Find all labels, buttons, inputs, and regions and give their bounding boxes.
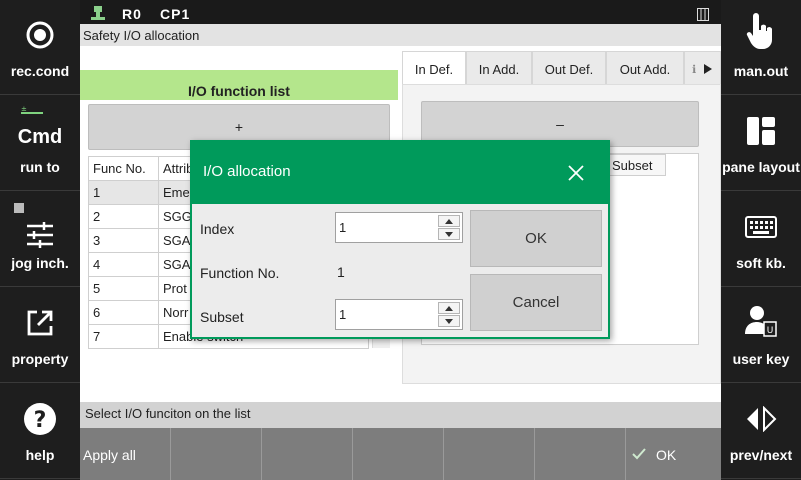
bottom-bar: Apply all OK <box>80 428 721 480</box>
softkey-2[interactable] <box>171 428 262 480</box>
row-no: 6 <box>88 300 159 325</box>
index-down-arrow[interactable] <box>438 228 460 240</box>
dialog-title: I/O allocation <box>203 163 291 180</box>
caret-up-icon <box>445 218 453 224</box>
apply-all-label: Apply all <box>83 447 136 463</box>
user-key-label: user key <box>732 351 790 367</box>
row-no: 5 <box>88 276 159 301</box>
dialog-header: I/O allocation <box>192 142 608 204</box>
row-no: 1 <box>88 180 159 205</box>
soft-kb-label: soft kb. <box>736 255 786 271</box>
function-no-value: 1 <box>337 264 345 280</box>
caret-up-icon <box>445 305 453 311</box>
external-link-icon <box>0 306 80 340</box>
tab-more[interactable]: ℹ <box>684 51 721 85</box>
man-out-label: man.out <box>733 63 789 79</box>
io-function-list-header: I/O function list <box>80 70 398 100</box>
close-icon[interactable] <box>564 161 588 185</box>
prev-next-label: prev/next <box>729 447 793 463</box>
subset-down-arrow[interactable] <box>438 315 460 327</box>
dialog-ok-button[interactable]: OK <box>470 210 602 267</box>
subset-up-arrow[interactable] <box>438 302 460 314</box>
row-no: 3 <box>88 228 159 253</box>
svg-text:U: U <box>767 326 774 336</box>
apply-all-button[interactable]: Apply all <box>80 428 171 480</box>
column-header: Func No. <box>88 156 159 181</box>
svg-text:ℹ: ℹ <box>692 63 696 76</box>
dialog-cancel-button[interactable]: Cancel <box>470 274 602 331</box>
pane-layout-button[interactable]: pane layout <box>721 96 801 191</box>
robot-label: R0 <box>122 6 142 22</box>
help-button[interactable]: ? help <box>0 384 80 479</box>
svg-text:±: ± <box>21 105 27 113</box>
tab-in-add[interactable]: In Add. <box>466 51 532 85</box>
svg-text:?: ? <box>34 408 47 433</box>
index-label: Index <box>200 221 235 237</box>
man-out-button[interactable]: man.out <box>721 0 801 95</box>
cp-label: CP1 <box>160 6 191 22</box>
user-key-button[interactable]: U user key <box>721 288 801 383</box>
soft-kb-button[interactable]: soft kb. <box>721 192 801 287</box>
row-no: 7 <box>88 324 159 349</box>
robot-status-icon <box>91 6 105 20</box>
tab-out-def[interactable]: Out Def. <box>532 51 606 85</box>
keyboard-icon <box>721 210 801 244</box>
window-title: Safety I/O allocation <box>80 24 721 46</box>
caret-down-icon <box>445 318 453 324</box>
help-label: help <box>25 447 55 463</box>
prev-next-icon <box>721 402 801 436</box>
left-sidebar: rec.cond ± Cmd run to jog inch. property <box>0 0 80 480</box>
ok-softkey-label: OK <box>656 447 677 463</box>
index-spinbox[interactable]: 1 <box>335 212 463 243</box>
right-sidebar: man.out pane layout soft kb. U user key … <box>721 0 801 480</box>
row-no: 4 <box>88 252 159 277</box>
row-no: 2 <box>88 204 159 229</box>
io-allocation-dialog: I/O allocation Index 1 Function No. 1 Su… <box>190 140 610 339</box>
rec-cond-button[interactable]: rec.cond <box>0 0 80 95</box>
property-label: property <box>11 351 69 367</box>
property-button[interactable]: property <box>0 288 80 383</box>
cmd-text: Cmd <box>17 126 63 148</box>
softkey-4[interactable] <box>353 428 444 480</box>
softkey-6[interactable] <box>535 428 626 480</box>
dialog-body: Index 1 Function No. 1 Subset 1 OK Cance… <box>192 204 608 337</box>
tab-in-def[interactable]: In Def. <box>402 51 466 85</box>
pane-layout-label: pane layout <box>722 159 800 175</box>
sliders-icon <box>0 218 80 252</box>
function-no-label: Function No. <box>200 265 280 281</box>
status-bar: R0 CP1 <box>80 0 721 24</box>
subset-label: Subset <box>200 309 244 325</box>
tab-out-add[interactable]: Out Add. <box>606 51 684 85</box>
softkey-5[interactable] <box>444 428 535 480</box>
run-to-label: run to <box>20 159 60 175</box>
status-message: Select I/O funciton on the list <box>80 402 721 428</box>
check-icon <box>632 448 646 460</box>
index-value: 1 <box>339 220 347 235</box>
help-icon: ? <box>0 402 80 436</box>
tab-scroll-icon: ℹ <box>692 63 712 76</box>
run-to-button[interactable]: ± Cmd run to <box>0 96 80 191</box>
subset-spinbox[interactable]: 1 <box>335 299 463 330</box>
battery-icon <box>697 8 709 21</box>
rec-cond-label: rec.cond <box>10 63 70 79</box>
jog-inch-label: jog inch. <box>11 255 69 271</box>
index-up-arrow[interactable] <box>438 215 460 227</box>
tab-bar: In Def. In Add. Out Def. Out Add. ℹ <box>402 51 721 85</box>
caret-down-icon <box>445 231 453 237</box>
ok-softkey[interactable]: OK <box>626 428 721 480</box>
subset-column-header: Subset <box>608 154 666 176</box>
hand-pointer-icon <box>721 13 801 49</box>
user-key-icon: U <box>721 304 801 338</box>
subset-value: 1 <box>339 307 347 322</box>
prev-next-button[interactable]: prev/next <box>721 384 801 479</box>
softkey-3[interactable] <box>262 428 353 480</box>
pane-layout-icon <box>721 114 801 148</box>
jog-indicator <box>14 203 24 213</box>
jog-inch-button[interactable]: jog inch. <box>0 192 80 287</box>
record-icon <box>0 18 80 52</box>
